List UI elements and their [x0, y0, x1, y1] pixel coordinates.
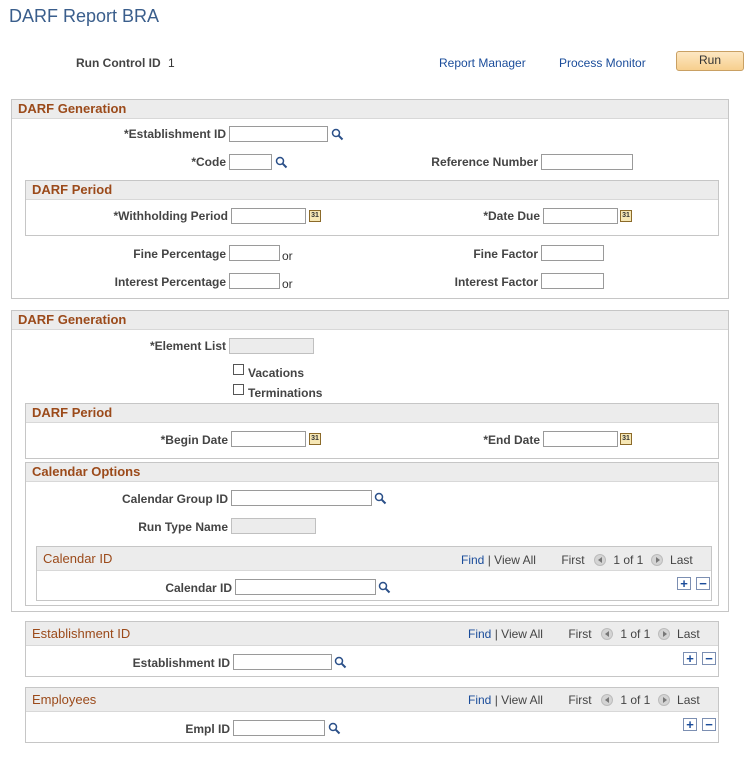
date-due-input[interactable] — [543, 208, 618, 224]
calendar-icon[interactable]: 31 — [620, 210, 632, 222]
element-list-label: *Element List — [149, 339, 226, 353]
withholding-period-input[interactable] — [231, 208, 306, 224]
row-count: 1 of 1 — [613, 553, 644, 567]
code-input[interactable] — [229, 154, 272, 170]
previous-icon[interactable] — [600, 694, 613, 706]
date-due-label: *Date Due — [483, 209, 540, 223]
find-link[interactable]: Find — [468, 627, 491, 641]
nav-separator: | — [487, 553, 491, 567]
empl-id-label: Empl ID — [185, 722, 230, 736]
search-icon[interactable] — [331, 128, 344, 141]
next-icon[interactable] — [650, 554, 663, 566]
add-row-icon[interactable]: + — [683, 718, 697, 731]
previous-icon[interactable] — [593, 554, 606, 566]
add-row-icon[interactable]: + — [677, 577, 691, 590]
previous-icon[interactable] — [600, 628, 613, 640]
establishment-id-label: *Establishment ID — [123, 127, 226, 141]
calendar-icon[interactable]: 31 — [620, 433, 632, 445]
grid-navigation: Find | View All First 1 of 1 Last — [468, 693, 700, 707]
or-text: or — [282, 249, 293, 263]
terminations-label: Terminations — [248, 386, 323, 400]
withholding-period-label: *Withholding Period — [113, 209, 228, 223]
view-all-link[interactable]: View All — [501, 693, 543, 707]
calendar-group-id-input[interactable] — [231, 490, 372, 506]
nav-separator: | — [494, 627, 498, 641]
calendar-icon[interactable]: 31 — [309, 210, 321, 222]
next-icon[interactable] — [657, 694, 670, 706]
begin-date-input[interactable] — [231, 431, 306, 447]
darf-period-header-1: DARF Period — [26, 181, 718, 200]
next-icon[interactable] — [657, 628, 670, 640]
end-date-label: *End Date — [483, 433, 540, 447]
establishment-id-input[interactable] — [229, 126, 328, 142]
first-label: First — [568, 627, 592, 641]
fine-factor-label: Fine Factor — [473, 247, 538, 261]
interest-factor-input[interactable] — [541, 273, 604, 289]
terminations-checkbox[interactable] — [233, 384, 244, 395]
end-date-input[interactable] — [543, 431, 618, 447]
calendar-id-input[interactable] — [235, 579, 376, 595]
run-control-value: 1 — [168, 56, 175, 70]
view-all-link[interactable]: View All — [494, 553, 536, 567]
run-button[interactable]: Run — [676, 51, 744, 71]
last-label: Last — [677, 693, 700, 707]
add-row-icon[interactable]: + — [683, 652, 697, 665]
reference-number-input[interactable] — [541, 154, 633, 170]
vacations-label: Vacations — [248, 366, 305, 380]
find-link[interactable]: Find — [461, 553, 484, 567]
interest-percentage-input[interactable] — [229, 273, 280, 289]
interest-factor-label: Interest Factor — [454, 275, 538, 289]
search-icon[interactable] — [374, 492, 387, 505]
view-all-link[interactable]: View All — [501, 627, 543, 641]
vacations-checkbox[interactable] — [233, 364, 244, 375]
report-manager-link[interactable]: Report Manager — [439, 56, 526, 70]
fine-factor-input[interactable] — [541, 245, 604, 261]
search-icon[interactable] — [275, 156, 288, 169]
reference-number-label: Reference Number — [431, 155, 538, 169]
darf-period-header-2: DARF Period — [26, 404, 718, 423]
interest-percentage-label: Interest Percentage — [114, 275, 226, 289]
grid-navigation: Find | View All First 1 of 1 Last — [461, 553, 693, 567]
code-label: *Code — [191, 155, 226, 169]
begin-date-label: *Begin Date — [160, 433, 228, 447]
fine-percentage-label: Fine Percentage — [133, 247, 226, 261]
or-text: or — [282, 277, 293, 291]
establishment-id-grid-input[interactable] — [233, 654, 332, 670]
search-icon[interactable] — [378, 581, 391, 594]
calendar-icon[interactable]: 31 — [309, 433, 321, 445]
search-icon[interactable] — [334, 656, 347, 669]
run-type-name-label: Run Type Name — [138, 520, 228, 534]
run-type-name-input — [231, 518, 316, 534]
last-label: Last — [677, 627, 700, 641]
row-count: 1 of 1 — [620, 693, 651, 707]
process-monitor-link[interactable]: Process Monitor — [559, 56, 646, 70]
delete-row-icon[interactable]: − — [702, 718, 716, 731]
grid-navigation: Find | View All First 1 of 1 Last — [468, 627, 700, 641]
run-control-label: Run Control ID — [76, 56, 161, 70]
fine-percentage-input[interactable] — [229, 245, 280, 261]
search-icon[interactable] — [328, 722, 341, 735]
establishment-id-grid-label: Establishment ID — [132, 656, 230, 670]
delete-row-icon[interactable]: − — [696, 577, 710, 590]
first-label: First — [561, 553, 585, 567]
element-list-input — [229, 338, 314, 354]
row-count: 1 of 1 — [620, 627, 651, 641]
page-title: DARF Report BRA — [9, 6, 160, 26]
last-label: Last — [670, 553, 693, 567]
empl-id-input[interactable] — [233, 720, 325, 736]
darf-generation-header-2: DARF Generation — [12, 311, 728, 330]
first-label: First — [568, 693, 592, 707]
delete-row-icon[interactable]: − — [702, 652, 716, 665]
calendar-id-label: Calendar ID — [165, 581, 232, 595]
darf-generation-header-1: DARF Generation — [12, 100, 728, 119]
find-link[interactable]: Find — [468, 693, 491, 707]
nav-separator: | — [494, 693, 498, 707]
calendar-group-id-label: Calendar Group ID — [121, 492, 228, 506]
calendar-options-header: Calendar Options — [26, 463, 718, 482]
